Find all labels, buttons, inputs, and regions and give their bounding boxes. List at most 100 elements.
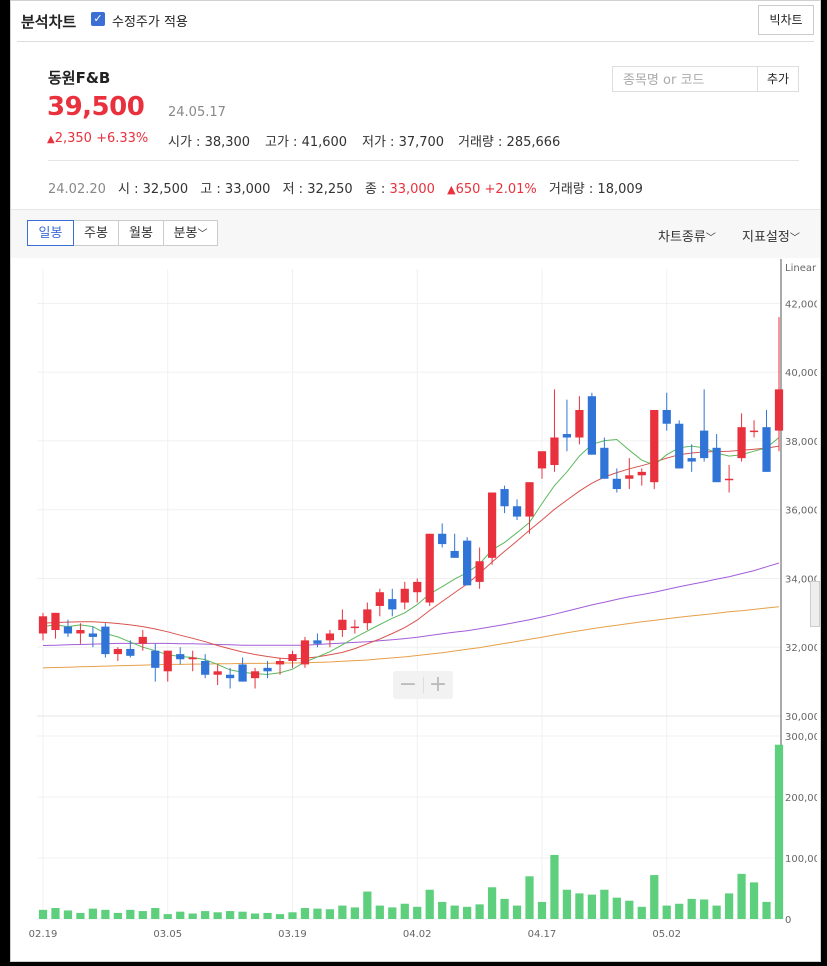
open-value: 38,300: [204, 135, 251, 150]
volume-bar: [525, 876, 534, 919]
date-tick-label: 04.02: [403, 929, 432, 940]
high-stat: 고가 : 41,600: [265, 135, 348, 150]
candle-body: [226, 674, 235, 679]
indicator-settings-menu[interactable]: 지표설정﹀: [742, 226, 800, 245]
zoom-control: − +: [393, 671, 453, 699]
candle-body: [625, 475, 634, 479]
candle-body: [438, 533, 447, 545]
volume-bar: [176, 911, 185, 919]
volume-bar: [88, 908, 98, 919]
app-title: 분석차트: [21, 13, 77, 31]
adjusted-price-label[interactable]: 수정주가 적용: [112, 11, 188, 30]
chart-type-menu[interactable]: 차트종류﹀: [658, 226, 716, 245]
tab-minute-label: 분봉: [173, 226, 198, 241]
side-scroll-handle[interactable]: [810, 581, 820, 627]
candle-body: [525, 482, 534, 517]
candle-body: [425, 533, 434, 603]
high-label: 고가: [265, 135, 289, 150]
stock-search-input[interactable]: [621, 68, 755, 92]
current-price: 39,500: [47, 92, 145, 122]
tab-weekly[interactable]: 주봉: [73, 220, 119, 246]
volume-bar: [151, 908, 160, 919]
cursor-change-percent: +2.01%: [484, 182, 537, 197]
volume-bar: [413, 906, 422, 919]
date-tick-label: 02.19: [29, 929, 58, 940]
candle-body: [724, 478, 734, 481]
tab-monthly[interactable]: 월봉: [118, 220, 164, 246]
cursor-high-value: 33,000: [224, 182, 271, 197]
divider: [17, 41, 814, 42]
cursor-volume-label: 거래량: [548, 182, 585, 197]
price-tick-label: 30,000: [785, 712, 817, 723]
volume-value: 285,666: [506, 135, 561, 150]
volume-bar: [662, 905, 671, 919]
add-stock-button[interactable]: 추가: [757, 66, 799, 92]
big-chart-button[interactable]: 빅차트: [758, 5, 814, 35]
candle-body: [612, 478, 621, 490]
candle-body: [700, 430, 709, 459]
candle-body: [176, 654, 185, 660]
candle-body: [512, 506, 522, 517]
chart-type-label: 차트종류: [658, 230, 706, 245]
candle-body: [388, 599, 397, 610]
cursor-open-label: 시: [118, 182, 130, 197]
candle-body: [463, 540, 472, 586]
cursor-change-amount: 650: [455, 182, 481, 197]
candle-body: [338, 619, 347, 631]
tab-minute[interactable]: 분봉﹀: [163, 220, 218, 246]
volume-bar: [687, 898, 696, 919]
date-tick-label: 03.19: [278, 929, 307, 940]
zoom-in-button[interactable]: +: [423, 671, 453, 699]
volume-bar: [388, 907, 397, 919]
volume-bar: [774, 744, 784, 919]
price-chart[interactable]: Linear42,00040,00038,00036,00034,00032,0…: [17, 259, 817, 959]
volume-bar: [500, 898, 509, 919]
volume-bar: [587, 894, 596, 919]
top-bar: 분석차트 ✓ 수정주가 적용 빅차트: [11, 1, 820, 41]
cursor-date: 24.02.20: [48, 182, 106, 197]
volume-bar: [51, 908, 60, 919]
divider: [48, 160, 799, 161]
candle-body: [313, 640, 322, 644]
volume-bar: [400, 903, 409, 919]
candle-body: [38, 616, 48, 634]
volume-bar: [138, 911, 147, 919]
volume-bar: [350, 907, 359, 919]
candle-body: [151, 650, 160, 668]
candle-body: [126, 648, 135, 656]
chevron-down-icon: ﹀: [789, 233, 800, 244]
chevron-down-icon: ﹀: [705, 233, 716, 244]
candle-body: [250, 671, 260, 679]
volume-bar: [487, 887, 497, 919]
volume-bar: [275, 914, 285, 919]
tab-daily[interactable]: 일봉: [27, 220, 74, 246]
volume-bar: [363, 891, 372, 919]
candle-body: [51, 612, 60, 631]
price-tick-label: 42,000: [785, 299, 817, 310]
volume-tick-label: 300,000: [785, 732, 817, 743]
stock-name: 동원F&B: [48, 69, 111, 87]
volume-bar: [288, 912, 297, 919]
candle-body: [487, 492, 497, 558]
volume-bar: [238, 911, 247, 919]
zoom-out-button[interactable]: −: [393, 671, 423, 699]
candle-body: [76, 630, 85, 634]
volume-bar: [450, 905, 459, 919]
adjusted-price-checkbox[interactable]: ✓: [91, 12, 105, 26]
volume-bar: [675, 903, 684, 919]
open-stat: 시가 : 38,300: [168, 135, 251, 150]
candle-body: [88, 633, 98, 637]
candle-body: [562, 434, 572, 438]
volume-bar: [213, 912, 222, 919]
price-date: 24.05.17: [168, 105, 226, 120]
change-percent: +6.33%: [96, 131, 149, 146]
date-tick-label: 04.17: [528, 929, 557, 940]
volume-bar: [762, 901, 771, 919]
cursor-low-label: 저: [282, 182, 295, 197]
candle-body: [101, 626, 110, 655]
price-tick-label: 40,000: [785, 368, 817, 379]
candle-body: [537, 451, 547, 469]
high-value: 41,600: [301, 135, 348, 150]
chevron-down-icon: ﹀: [197, 229, 208, 240]
volume-bar: [724, 893, 734, 919]
